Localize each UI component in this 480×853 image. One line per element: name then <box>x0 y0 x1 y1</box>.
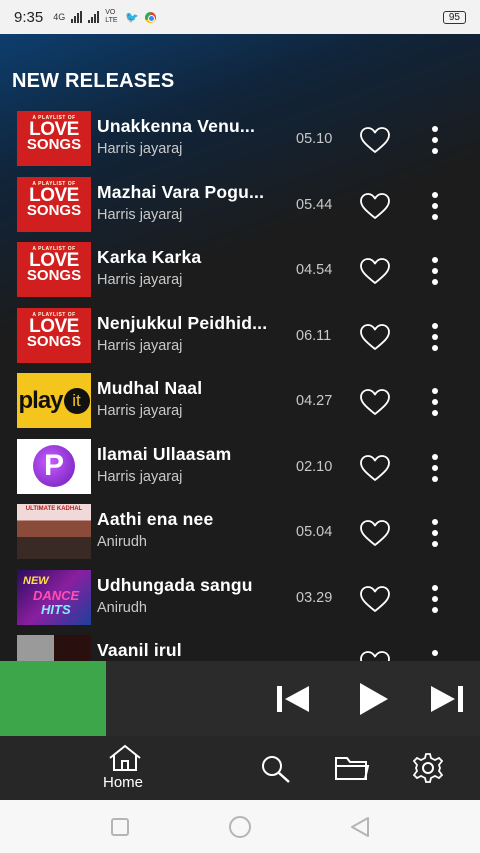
favorite-heart-icon[interactable] <box>359 192 391 220</box>
more-options-icon[interactable] <box>428 257 442 285</box>
home-system-icon[interactable] <box>228 815 252 839</box>
track-list[interactable]: A PLAYLIST OF LOVE SONGS Unakkenna Venu... H… <box>0 104 480 661</box>
track-artist: Harris jayaraj <box>97 337 183 354</box>
playback-progress[interactable] <box>0 661 106 736</box>
track-artist: Harris jayaraj <box>97 468 183 485</box>
twitter-icon: 🐦 <box>125 11 139 24</box>
track-duration: 05.04 <box>296 524 333 540</box>
more-options-icon[interactable] <box>428 388 442 416</box>
search-icon[interactable] <box>260 754 292 784</box>
track-title[interactable]: Mudhal Naal <box>97 378 289 399</box>
track-title[interactable]: Nenjukkul Peidhid... <box>97 313 289 334</box>
album-art: A PLAYLIST OF LOVE SONGS <box>17 111 91 166</box>
album-art: P <box>17 438 91 494</box>
album-art: A PLAYLIST OF LOVE SONGS <box>17 176 91 232</box>
album-art: NEW DANCE HITS <box>17 569 91 625</box>
track-duration: 06.11 <box>296 327 332 344</box>
track-duration: 04.54 <box>296 262 333 278</box>
album-art: ULTIMATE KADHAL <box>17 504 91 559</box>
back-icon[interactable] <box>349 816 371 838</box>
favorite-heart-icon[interactable] <box>359 323 391 351</box>
track-row[interactable]: A PLAYLIST OF LOVE SONGS Karka Karka Harris … <box>0 235 480 301</box>
track-artist: Anirudh <box>97 599 147 616</box>
more-options-icon[interactable] <box>428 453 442 482</box>
track-duration: 04.27 <box>296 393 333 409</box>
track-artist: Harris jayaraj <box>97 141 183 157</box>
track-row[interactable]: P Ilamai Ullaasam Harris jayaraj 02.10 <box>0 432 480 498</box>
track-row[interactable]: A PLAYLIST OF LOVE SONGS Mazhai Vara Pogu..… <box>0 170 480 236</box>
track-title[interactable]: Unakkenna Venu... <box>97 116 289 137</box>
battery-indicator: 95 <box>442 10 466 24</box>
track-artist: Harris jayaraj <box>97 403 183 419</box>
more-options-icon[interactable] <box>428 126 442 154</box>
track-title[interactable]: Aathi ena nee <box>97 509 289 530</box>
status-icons: 4G VO LTE 🐦 <box>53 9 156 25</box>
track-duration: 05.44 <box>296 196 333 213</box>
more-options-icon[interactable] <box>428 650 442 661</box>
track-row[interactable]: A PLAYLIST OF LOVE SONGS Unakkenna Venu... H… <box>0 104 480 170</box>
track-title[interactable]: Vaanil irul <box>97 640 289 661</box>
favorite-heart-icon[interactable] <box>359 257 391 285</box>
track-title[interactable]: Udhungada sangu <box>97 575 289 596</box>
album-art <box>17 635 91 661</box>
signal-icon-2 <box>88 11 100 23</box>
track-artist: Harris jayaraj <box>97 272 183 288</box>
play-icon[interactable] <box>357 681 389 717</box>
system-nav-bar <box>0 800 480 853</box>
network-label: 4G <box>53 12 66 22</box>
bottom-nav: Home <box>0 736 480 800</box>
track-duration: 05.10 <box>296 131 333 147</box>
main-content[interactable]: NEW RELEASES A PLAYLIST OF LOVE SONGS Unakk… <box>0 34 480 661</box>
favorite-heart-icon[interactable] <box>359 388 391 416</box>
player-bar[interactable] <box>0 661 480 736</box>
track-row[interactable]: Vaanil irul <box>0 628 480 661</box>
more-options-icon[interactable] <box>428 519 442 547</box>
album-art: A PLAYLIST OF LOVE SONGS <box>17 307 91 363</box>
track-title[interactable]: Ilamai Ullaasam <box>97 444 289 465</box>
chrome-icon <box>144 11 156 23</box>
next-icon[interactable] <box>430 681 464 717</box>
recent-apps-icon[interactable] <box>110 817 130 837</box>
folder-icon[interactable] <box>334 754 370 782</box>
signal-icon <box>71 11 83 23</box>
favorite-heart-icon[interactable] <box>359 519 391 547</box>
track-title[interactable]: Mazhai Vara Pogu... <box>97 182 289 203</box>
more-options-icon[interactable] <box>428 322 442 351</box>
track-duration: 03.29 <box>296 589 333 606</box>
track-row[interactable]: A PLAYLIST OF LOVE SONGS Nenjukkul Peidhid.… <box>0 301 480 367</box>
track-title[interactable]: Karka Karka <box>97 247 289 268</box>
track-artist: Anirudh <box>97 534 147 550</box>
track-row[interactable]: NEW DANCE HITS Udhungada sangu Anirudh 03.29 <box>0 563 480 629</box>
album-art: play it <box>17 373 91 428</box>
gear-icon[interactable] <box>411 752 445 784</box>
more-options-icon[interactable] <box>428 191 442 220</box>
track-artist: Harris jayaraj <box>97 206 183 223</box>
previous-icon[interactable] <box>276 681 310 717</box>
favorite-heart-icon[interactable] <box>359 585 391 613</box>
status-bar: 9:35 4G VO LTE 🐦 95 <box>0 0 480 34</box>
more-options-icon[interactable] <box>428 584 442 613</box>
section-title: NEW RELEASES <box>12 70 175 92</box>
volte-label: VO LTE <box>105 9 118 24</box>
status-time: 9:35 <box>14 8 44 26</box>
album-art: A PLAYLIST OF LOVE SONGS <box>17 242 91 297</box>
favorite-heart-icon[interactable] <box>359 454 391 482</box>
track-row[interactable]: ULTIMATE KADHAL Aathi ena nee Anirudh 05.04 <box>0 497 480 563</box>
track-duration: 02.10 <box>296 458 333 475</box>
track-row[interactable]: play it Mudhal Naal Harris jayaraj 04.27 <box>0 366 480 432</box>
favorite-heart-icon[interactable] <box>359 650 391 661</box>
nav-home-label[interactable]: Home <box>103 774 143 791</box>
favorite-heart-icon[interactable] <box>359 126 391 154</box>
home-icon[interactable] <box>108 744 142 772</box>
